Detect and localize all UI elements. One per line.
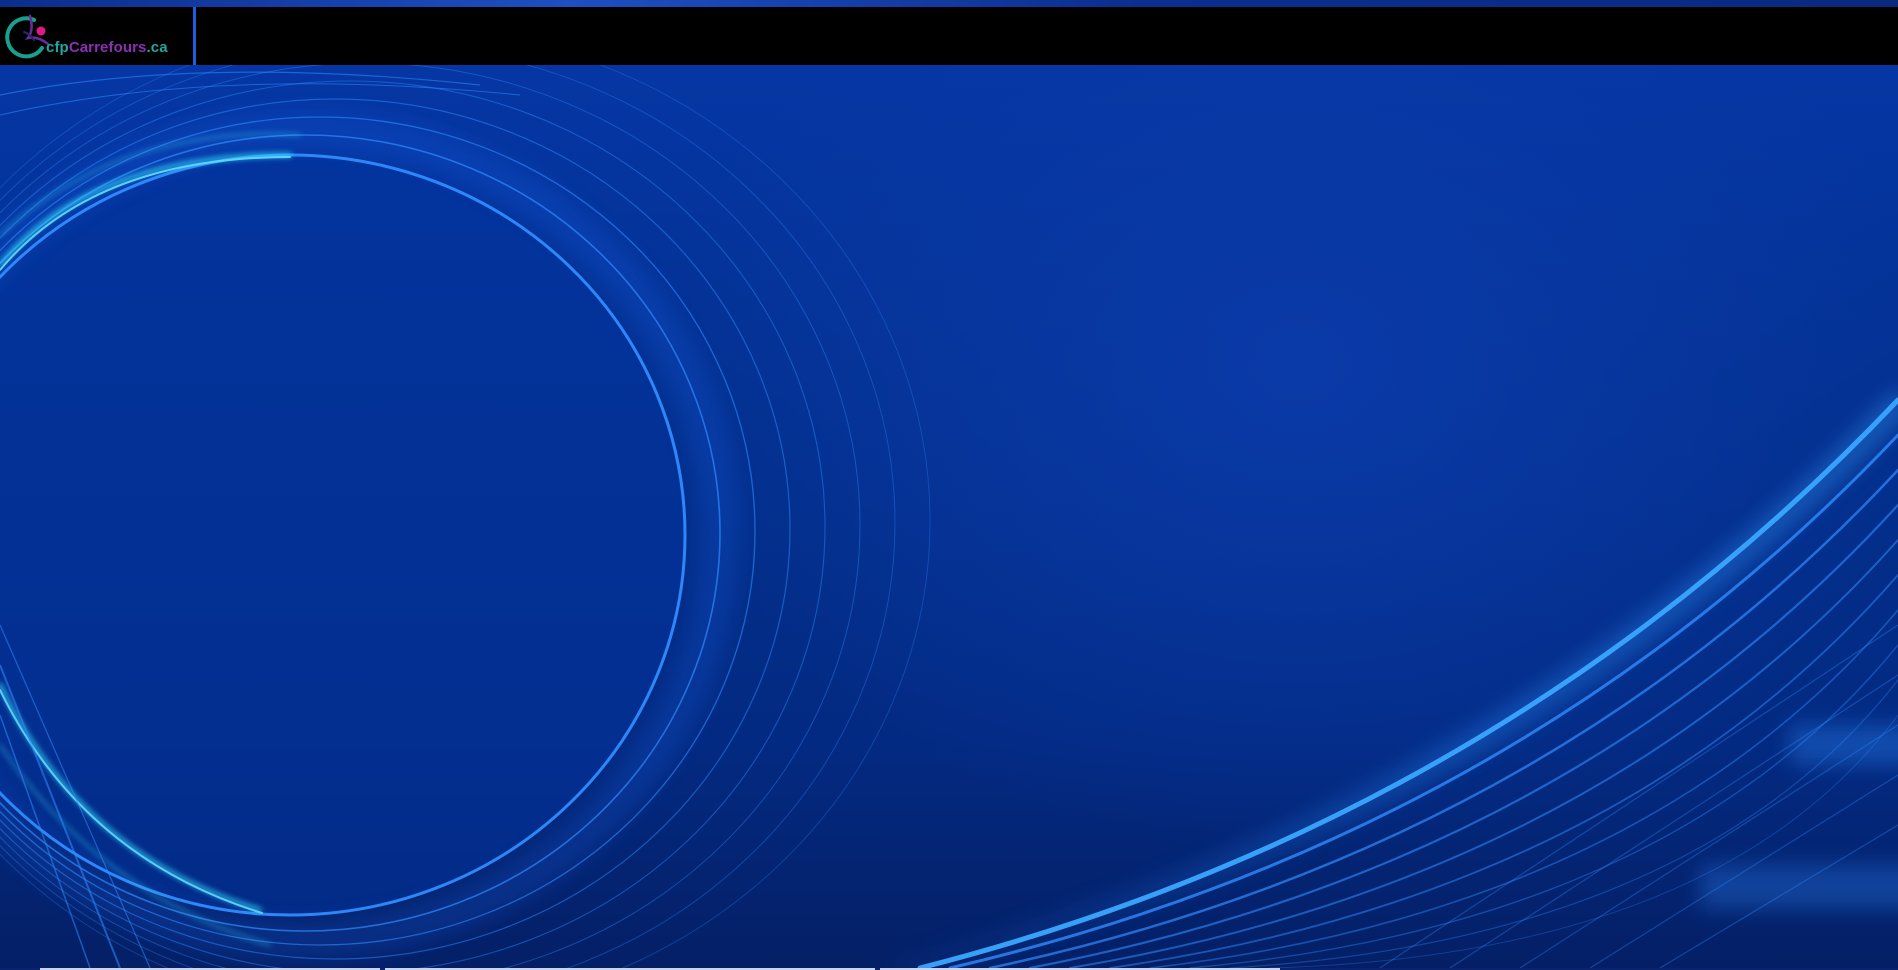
site-logo-link[interactable]: cfpCarrefours.ca <box>0 7 196 65</box>
logo-main: Carrefours <box>68 39 147 56</box>
logo-suffix: .ca <box>146 39 168 56</box>
site-header: cfpCarrefours.ca <box>0 7 1898 65</box>
logo-wordmark: cfpCarrefours.ca <box>46 39 168 56</box>
logo-prefix: cfp <box>46 39 69 56</box>
abstract-light-rings <box>0 65 1898 968</box>
top-accent-strip <box>0 0 1898 7</box>
logo-divider <box>193 7 196 65</box>
hero-banner-image <box>0 65 1898 968</box>
